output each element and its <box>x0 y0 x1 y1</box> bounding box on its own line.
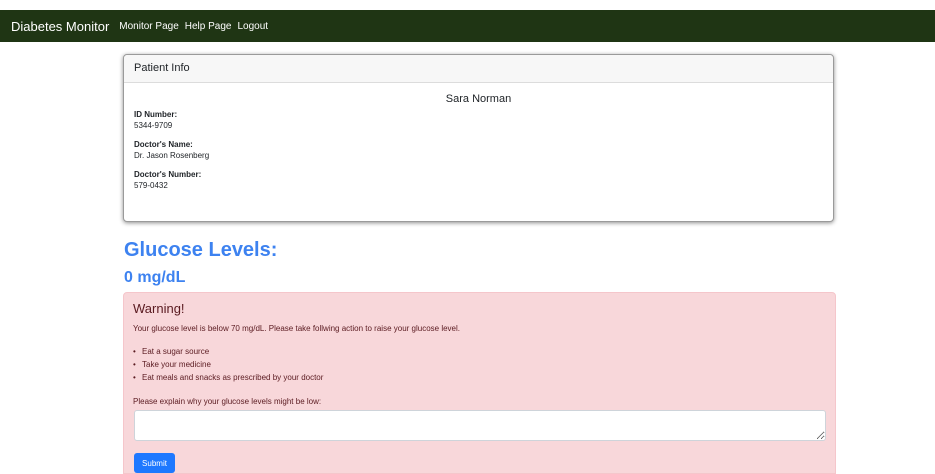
doctor-name-field: Doctor's Name: Dr. Jason Rosenberg <box>134 140 833 160</box>
warning-message: Your glucose level is below 70 mg/dL. Pl… <box>133 324 460 333</box>
list-item: Eat a sugar source <box>133 345 323 358</box>
patient-info-header: Patient Info <box>124 55 833 83</box>
list-item: Eat meals and snacks as prescribed by yo… <box>133 371 323 384</box>
doctor-number-field: Doctor's Number: 579-0432 <box>134 170 833 190</box>
list-item: Take your medicine <box>133 358 323 371</box>
patient-name: Sara Norman <box>445 93 512 105</box>
navbar: Diabetes Monitor Monitor Page Help Page … <box>0 10 935 42</box>
doctor-name-value: Dr. Jason Rosenberg <box>134 151 210 160</box>
id-number-field: ID Number: 5344-9709 <box>134 110 833 130</box>
brand-link[interactable]: Diabetes Monitor <box>11 19 109 34</box>
patient-info-card: Patient Info Sara Norman ID Number: 5344… <box>123 54 834 222</box>
id-number-value: 5344-9709 <box>134 121 173 130</box>
explain-textarea[interactable] <box>134 410 826 441</box>
action-list: Eat a sugar source Take your medicine Ea… <box>133 345 323 384</box>
nav-link-logout[interactable]: Logout <box>237 21 268 32</box>
nav-link-help-page[interactable]: Help Page <box>185 21 232 32</box>
nav-link-monitor-page[interactable]: Monitor Page <box>119 21 178 32</box>
id-number-label: ID Number: <box>134 110 178 119</box>
warning-title: Warning! <box>133 301 185 316</box>
doctor-name-label: Doctor's Name: <box>134 140 193 149</box>
explain-label: Please explain why your glucose levels m… <box>133 397 322 406</box>
doctor-number-value: 579-0432 <box>134 181 168 190</box>
submit-button[interactable]: Submit <box>134 453 175 473</box>
doctor-number-label: Doctor's Number: <box>134 170 202 179</box>
glucose-levels-heading: Glucose Levels: <box>124 239 278 261</box>
glucose-value: 0 mg/dL <box>124 269 186 286</box>
warning-alert: Warning! Your glucose level is below 70 … <box>123 292 836 474</box>
